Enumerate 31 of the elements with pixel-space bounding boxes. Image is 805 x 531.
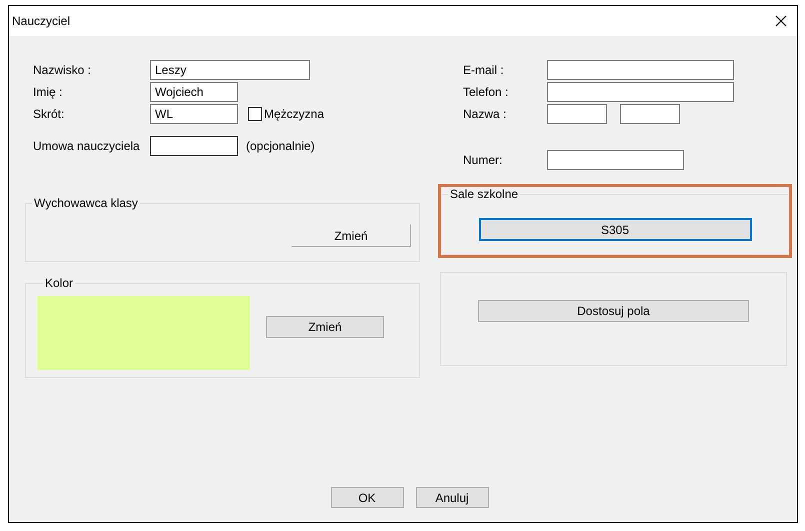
change-button[interactable]: Zmień: [291, 224, 411, 247]
checkbox-label[interactable]: Mężczyzna: [264, 107, 324, 121]
field-label: Imię :: [33, 85, 64, 99]
checkbox[interactable]: [248, 107, 262, 121]
dialog-button[interactable]: OK: [330, 487, 404, 508]
text-field[interactable]: [150, 136, 238, 156]
text-field[interactable]: Leszy: [150, 60, 310, 80]
customize-button[interactable]: Dostosuj pola: [478, 300, 749, 322]
group-title: Sale szkolne: [449, 187, 520, 201]
field-label: Numer:: [463, 153, 504, 167]
text-field[interactable]: [547, 82, 734, 102]
field-label: E-mail :: [463, 63, 505, 77]
room-button[interactable]: S305: [478, 218, 752, 241]
text-field[interactable]: [620, 104, 680, 124]
field-label: Nazwa :: [463, 107, 508, 121]
text-field[interactable]: [547, 104, 607, 124]
text-field[interactable]: Wojciech: [150, 82, 238, 102]
change-button[interactable]: Zmień: [266, 316, 384, 338]
group-title: Kolor: [44, 276, 74, 290]
hint-text: (opcjonalnie): [246, 139, 315, 153]
field-label: Telefon :: [463, 85, 510, 99]
close-icon[interactable]: [775, 15, 787, 27]
field-label: Skrót:: [33, 107, 66, 121]
field-label: Umowa nauczyciela: [33, 139, 141, 153]
group-title: Wychowawca klasy: [33, 196, 139, 210]
dialog-button[interactable]: Anuluj: [416, 487, 488, 508]
text-field[interactable]: [547, 150, 684, 170]
text-field[interactable]: WL: [150, 104, 238, 124]
window-title: Nauczyciel: [12, 14, 70, 28]
text-field[interactable]: [547, 60, 734, 80]
field-label: Nazwisko :: [33, 63, 92, 77]
